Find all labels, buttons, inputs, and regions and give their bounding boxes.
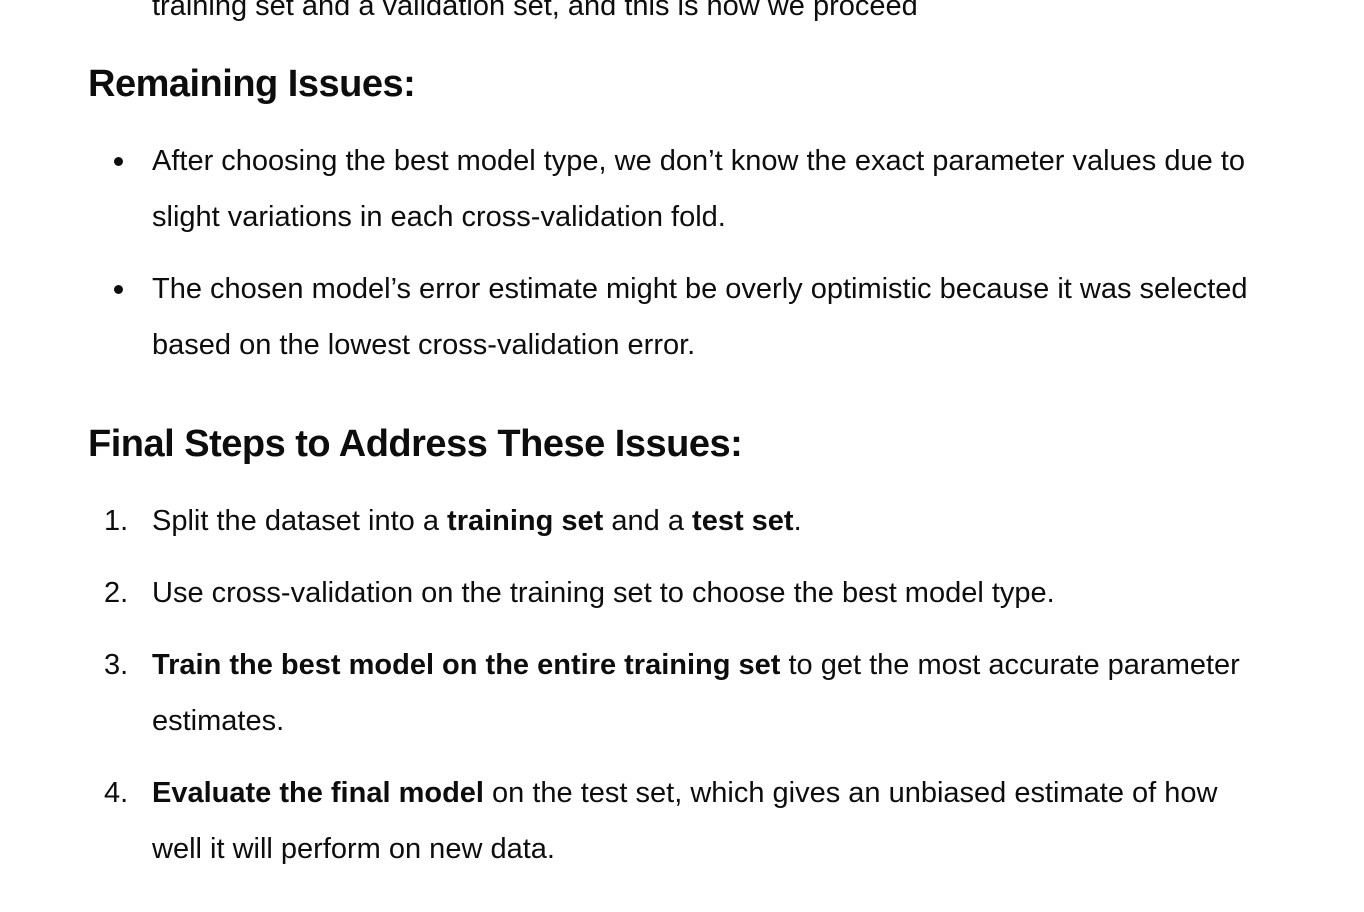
bold-text: Train the best model on the entire train… [152, 649, 781, 681]
list-item-text: After choosing the best model type, we d… [152, 145, 1245, 233]
step-item: 3. Train the best model on the entire tr… [88, 637, 1268, 749]
bullet-icon [114, 285, 123, 294]
step-item: 1. Split the dataset into a training set… [88, 493, 1268, 549]
remaining-issues-heading: Remaining Issues: [88, 63, 416, 105]
step-text: Train the best model on the entire train… [152, 649, 1240, 737]
step-number: 1. [104, 505, 129, 537]
bold-text: test set [692, 505, 794, 537]
step-text: Split the dataset into a training set an… [152, 505, 802, 537]
truncated-text-line: training set and a validation set, and t… [152, 0, 918, 22]
step-item: 4. Evaluate the final model on the test … [88, 765, 1268, 877]
remaining-issues-list: After choosing the best model type, we d… [88, 133, 1268, 389]
list-item-text: The chosen model’s error estimate might … [152, 273, 1248, 361]
bullet-icon [114, 157, 123, 166]
final-steps-list: 1. Split the dataset into a training set… [88, 493, 1268, 893]
step-number: 4. [104, 777, 129, 809]
list-item: The chosen model’s error estimate might … [88, 261, 1268, 373]
bold-text: Evaluate the final model [152, 777, 484, 809]
step-item: 2. Use cross-validation on the training … [88, 565, 1268, 621]
final-steps-heading: Final Steps to Address These Issues: [88, 423, 743, 465]
step-text: Evaluate the final model on the test set… [152, 777, 1218, 865]
step-number: 3. [104, 649, 129, 681]
step-text: Use cross-validation on the training set… [152, 577, 1055, 609]
step-number: 2. [104, 577, 129, 609]
list-item: After choosing the best model type, we d… [88, 133, 1268, 245]
bold-text: training set [447, 505, 604, 537]
